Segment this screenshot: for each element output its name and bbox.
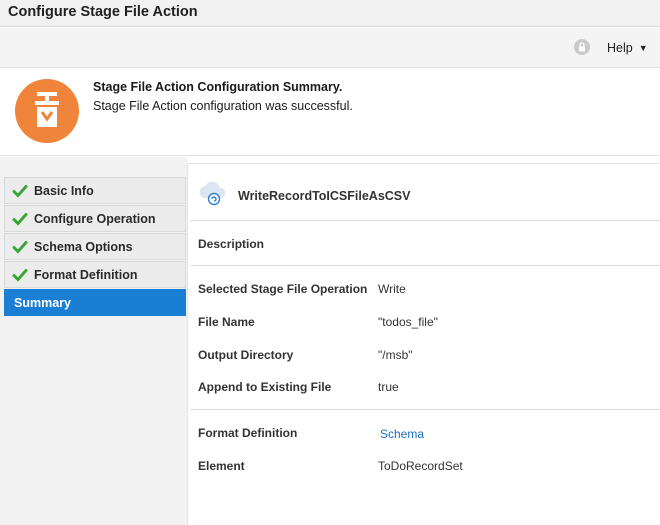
lock-icon[interactable] — [574, 39, 590, 55]
nav-step-basic-info[interactable]: Basic Info — [4, 177, 186, 204]
divider — [190, 220, 660, 221]
check-icon — [12, 212, 28, 226]
divider — [190, 265, 660, 266]
output-directory-label: Output Directory — [198, 348, 294, 362]
cloud-integration-icon — [199, 181, 226, 206]
append-label: Append to Existing File — [198, 380, 332, 394]
check-icon — [12, 240, 28, 254]
output-directory-value: "/msb" — [378, 348, 413, 362]
stage-file-icon — [15, 79, 79, 143]
summary-banner: Stage File Action Configuration Summary.… — [0, 69, 660, 156]
element-label: Element — [198, 459, 245, 473]
toolbar: Help ▼ — [0, 28, 660, 68]
operation-value: Write — [378, 282, 406, 296]
nav-step-summary[interactable]: Summary — [4, 289, 186, 316]
action-name: WriteRecordToICSFileAsCSV — [238, 189, 411, 203]
nav-step-label: Format Definition — [34, 267, 138, 282]
wizard-nav-panel: Basic Info Configure Operation Schema Op… — [0, 157, 187, 525]
nav-step-configure-operation[interactable]: Configure Operation — [4, 205, 186, 232]
nav-step-label: Basic Info — [34, 183, 94, 198]
banner-title: Stage File Action Configuration Summary. — [93, 80, 343, 94]
nav-step-label: Summary — [14, 295, 71, 310]
wizard-steps: Basic Info Configure Operation Schema Op… — [4, 177, 186, 317]
file-name-value: "todos_file" — [378, 315, 438, 329]
caret-down-icon: ▼ — [638, 43, 648, 53]
check-icon — [12, 268, 28, 282]
append-value: true — [378, 380, 399, 394]
nav-step-format-definition[interactable]: Format Definition — [4, 261, 186, 288]
help-menu-button[interactable]: Help ▼ — [607, 39, 648, 57]
check-icon — [12, 184, 28, 198]
schema-link[interactable]: Schema — [380, 427, 424, 441]
element-value: ToDoRecordSet — [378, 459, 463, 473]
file-name-label: File Name — [198, 315, 255, 329]
nav-step-label: Schema Options — [34, 239, 133, 254]
nav-step-label: Configure Operation — [34, 211, 156, 226]
divider — [190, 409, 660, 410]
title-bar: Configure Stage File Action — [0, 0, 660, 27]
nav-step-schema-options[interactable]: Schema Options — [4, 233, 186, 260]
operation-label: Selected Stage File Operation — [198, 282, 368, 296]
format-definition-label: Format Definition — [198, 426, 298, 440]
window-title: Configure Stage File Action — [8, 4, 198, 20]
banner-message: Stage File Action configuration was succ… — [93, 99, 353, 113]
description-label: Description — [198, 237, 265, 251]
help-label: Help — [607, 41, 633, 55]
summary-panel: WriteRecordToICSFileAsCSV Description Se… — [187, 163, 660, 525]
